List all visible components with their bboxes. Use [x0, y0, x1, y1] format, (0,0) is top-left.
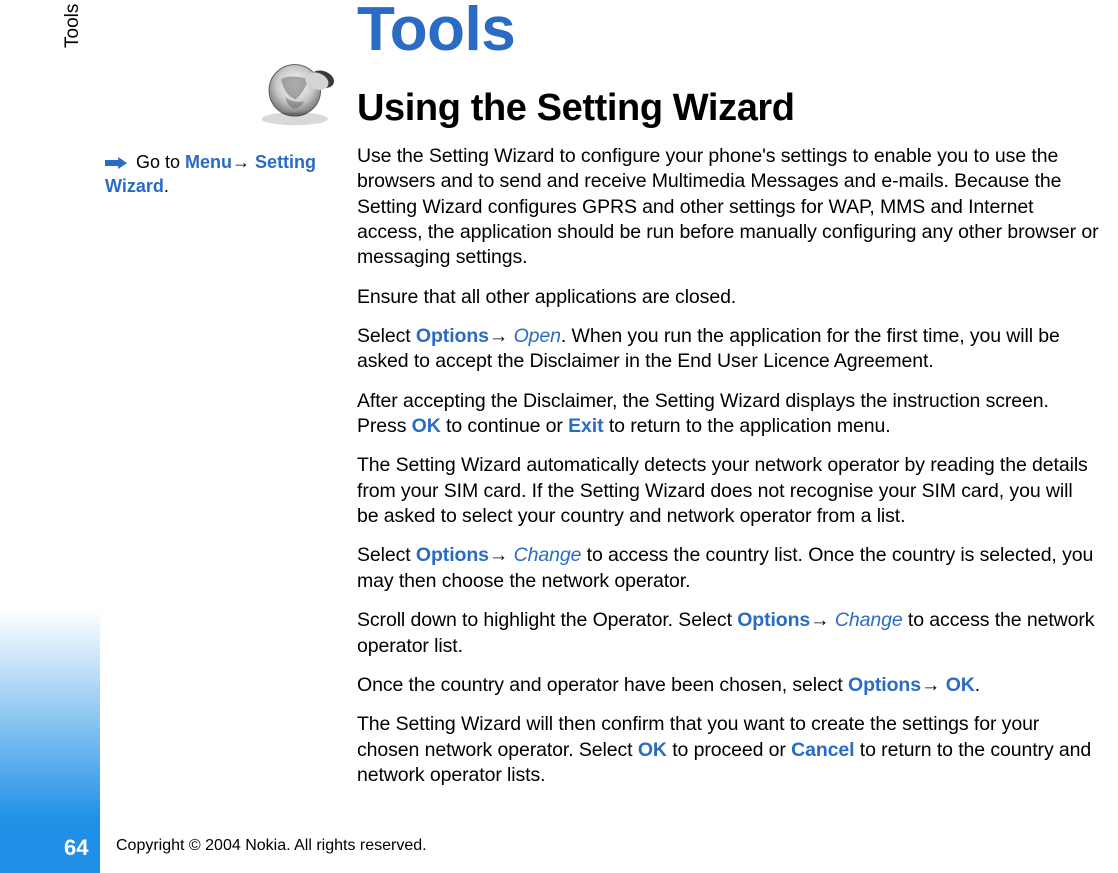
nav-period: .: [164, 176, 169, 196]
arrow-right-icon: [105, 157, 127, 169]
ok-label: OK: [638, 739, 667, 761]
text: Select: [357, 544, 416, 566]
nav-prefix: Go to: [131, 152, 185, 172]
text: Once the country and operator have been …: [357, 674, 848, 696]
arrow-glyph: →: [489, 325, 514, 347]
arrow-glyph: →: [810, 609, 835, 631]
open-label: Open: [514, 325, 561, 347]
text: Select: [357, 325, 416, 347]
main-content: Tools Using the Setting Wizard Use the S…: [357, 0, 1099, 802]
side-tab-label: Tools: [62, 4, 84, 48]
paragraph-press-ok-exit: After accepting the Disclaimer, the Sett…: [357, 389, 1099, 440]
cancel-label: Cancel: [791, 739, 854, 761]
change-label: Change: [514, 544, 582, 566]
arrow-glyph: →: [489, 544, 514, 566]
options-label: Options: [416, 544, 489, 566]
page-side-gradient: [0, 610, 100, 873]
navigation-hint: Go to Menu→ Setting Wizard.: [105, 150, 335, 199]
paragraph-options-ok: Once the country and operator have been …: [357, 673, 1099, 698]
text: to continue or: [441, 415, 568, 437]
paragraph-intro: Use the Setting Wizard to configure your…: [357, 144, 1099, 271]
page-number: 64: [64, 835, 88, 861]
ok-label: OK: [946, 674, 975, 696]
text: Scroll down to highlight the Operator. S…: [357, 609, 737, 631]
options-label: Options: [737, 609, 810, 631]
paragraph-operator-list: Scroll down to highlight the Operator. S…: [357, 608, 1099, 659]
change-label: Change: [835, 609, 903, 631]
heading-tools: Tools: [357, 0, 1099, 65]
ok-label: OK: [412, 415, 441, 437]
options-label: Options: [416, 325, 489, 347]
exit-label: Exit: [568, 415, 603, 437]
heading-using-setting-wizard: Using the Setting Wizard: [357, 87, 1099, 130]
paragraph-confirm: The Setting Wizard will then confirm tha…: [357, 712, 1099, 788]
globe-icon: [258, 60, 350, 128]
nav-menu-label: Menu: [185, 152, 232, 172]
nav-arrow-glyph: →: [232, 152, 250, 172]
text: to proceed or: [667, 739, 791, 761]
text: to return to the application menu.: [604, 415, 891, 437]
options-label: Options: [848, 674, 921, 696]
copyright-text: Copyright © 2004 Nokia. All rights reser…: [116, 837, 427, 855]
text: .: [975, 674, 980, 696]
paragraph-select-open: Select Options→ Open. When you run the a…: [357, 324, 1099, 375]
arrow-glyph: →: [921, 674, 946, 696]
paragraph-close-apps: Ensure that all other applications are c…: [357, 285, 1099, 310]
paragraph-detect-operator: The Setting Wizard automatically detects…: [357, 453, 1099, 529]
paragraph-country-list: Select Options→ Change to access the cou…: [357, 543, 1099, 594]
